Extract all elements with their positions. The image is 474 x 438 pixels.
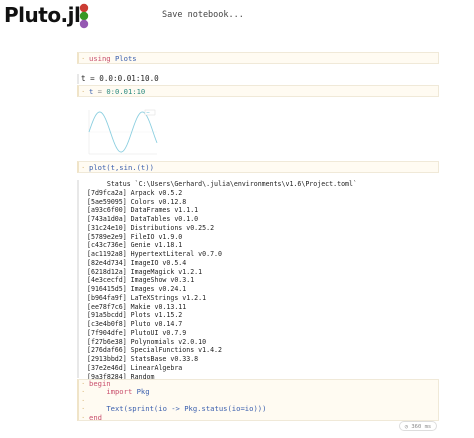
package-line: [c43c736e] Genie v1.18.1 <box>87 241 183 250</box>
package-line: [2913bbd2] StatsBase v0.33.8 <box>87 355 199 363</box>
runtime-value: 360 ms <box>411 424 432 430</box>
package-line: [31c24e10] Distributions v0.25.2 <box>87 223 215 232</box>
module-pkg: Pkg <box>132 387 150 397</box>
runtime-badge: ◷ 360 ms <box>399 421 437 431</box>
package-line: [5789e2e9] FileIO v1.9.0 <box>87 232 183 241</box>
package-line: [916415d5] Images v0.24.1 <box>87 285 187 293</box>
pluto-logo-icon <box>79 3 89 29</box>
plot-call: plot(t,sin.(t)) <box>89 163 154 172</box>
package-line: [276daf66] SpecialFunctions v1.4.2 <box>87 346 222 355</box>
package-line: [7f904dfe] PlutoUI v0.7.9 <box>87 328 187 337</box>
package-line: [4e3cecfd] ImageShow v0.3.1 <box>87 276 195 285</box>
package-line: [743a1d0a] DataTables v0.1.0 <box>87 215 199 223</box>
clock-icon: ◷ <box>404 424 409 430</box>
assign-operator: = <box>93 87 107 96</box>
package-line: [b964fa9f] LaTeXStrings v1.2.1 <box>87 293 207 302</box>
package-line: [82e4d734] ImageIO v0.5.4 <box>87 258 187 267</box>
package-line: [5ae59095] Colors v0.12.8 <box>87 197 187 206</box>
range-literal: 0:0.01:10 <box>106 87 146 96</box>
package-line: [7d9fca2a] Arpack v0.5.2 <box>87 188 183 197</box>
code-cell-plot[interactable]: · plot(t,sin.(t)) <box>77 161 439 173</box>
output-text: t = 0.0:0.01:10.0 <box>81 74 159 83</box>
cell-gutter-dot: · <box>81 412 86 422</box>
package-line: [37e2e46d] LinearAlgebra <box>87 363 183 372</box>
package-line: [ac1192a8] HypertextLiteral v0.7.0 <box>87 250 222 258</box>
package-line: [f27b6e38] Polynomials v2.0.10 <box>87 337 207 346</box>
plot-output <box>77 107 162 161</box>
status-header-line: Status `C:\Users\Gerhard\.julia\environm… <box>87 180 357 188</box>
package-line: [91a5bcdd] Plots v1.15.2 <box>87 311 183 320</box>
keyword-import: import <box>106 387 133 397</box>
module-name: Plots <box>114 54 137 63</box>
pluto-logo-text[interactable]: Pluto.jl <box>4 3 81 27</box>
save-notebook-button[interactable]: Save notebook... <box>162 10 244 20</box>
cell-output-t: t = 0.0:0.01:10.0 <box>77 74 439 84</box>
code-cell-status[interactable]: · begin · import Pkg · · Text(sprint(io -… <box>77 379 439 421</box>
code-cell-using[interactable]: · using Plots <box>77 52 439 64</box>
code-cell-t[interactable]: · t = 0:0.01:10 <box>77 85 439 97</box>
keyword-using: using <box>89 54 111 63</box>
package-line: [a93c6f00] DataFrames v1.1.1 <box>87 206 199 215</box>
keyword-end: end <box>89 412 102 422</box>
text-sprint-call: Text(sprint(io -> Pkg.status(io=io))) <box>106 404 267 414</box>
package-line: [ee78f7c6] Makie v0.13.11 <box>87 302 187 311</box>
cell-gutter-dot: · <box>81 54 86 63</box>
header: Pluto.jl Save notebook... <box>0 0 474 36</box>
package-line: [c3e4b0f8] Pluto v0.14.7 <box>87 320 183 328</box>
package-line: [6218d12a] ImageMagick v1.2.1 <box>87 267 203 276</box>
status-output: Status `C:\Users\Gerhard\.julia\environm… <box>77 180 439 398</box>
cell-gutter-dot: · <box>81 163 86 172</box>
cell-gutter-dot: · <box>81 87 86 96</box>
